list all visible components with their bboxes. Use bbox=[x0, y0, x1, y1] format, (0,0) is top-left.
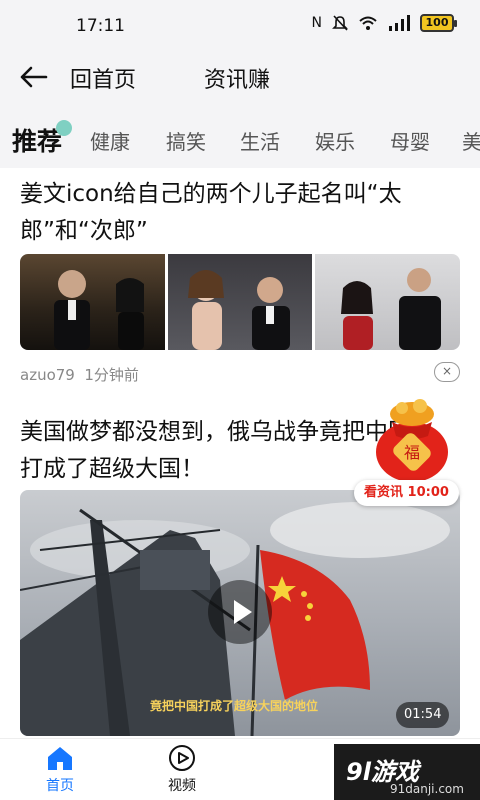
tab-funny[interactable]: 搞笑 bbox=[166, 126, 206, 155]
nfc-icon: N bbox=[311, 15, 322, 31]
nav-home-label: 首页 bbox=[46, 778, 74, 794]
back-arrow-icon[interactable] bbox=[16, 60, 50, 94]
dismiss-button[interactable]: × bbox=[434, 362, 460, 382]
article-time: 1分钟前 bbox=[84, 366, 139, 384]
wifi-icon bbox=[359, 16, 377, 30]
article-title[interactable]: 美国做梦都没想到，俄乌战争竟把中国打成了超级大国！ bbox=[20, 414, 430, 488]
notification-dot bbox=[56, 120, 72, 136]
category-tabs: 推荐 健康 搞笑 生活 娱乐 母婴 美 bbox=[0, 106, 480, 168]
page-title: 资讯赚 bbox=[204, 68, 271, 93]
reward-timer-badge[interactable]: 看资讯 10:00 bbox=[354, 480, 459, 506]
back-to-home-link[interactable]: 回首页 bbox=[70, 62, 136, 94]
tab-health[interactable]: 健康 bbox=[90, 126, 130, 155]
tab-recommend[interactable]: 推荐 bbox=[12, 122, 62, 158]
article-meta: azuo79 1分钟前 bbox=[20, 364, 139, 385]
nav-home[interactable]: 首页 bbox=[30, 743, 90, 795]
nav-video[interactable]: 视频 bbox=[152, 743, 212, 795]
article-author: azuo79 bbox=[20, 366, 75, 384]
watermark-url: 91danji.com bbox=[390, 782, 464, 796]
nav-video-label: 视频 bbox=[168, 778, 196, 794]
header-bar: 回首页 资讯赚 bbox=[0, 48, 480, 106]
tab-beauty[interactable]: 美 bbox=[462, 126, 480, 155]
article-photo bbox=[167, 254, 313, 350]
play-button[interactable] bbox=[208, 580, 272, 644]
home-icon bbox=[48, 747, 72, 770]
video-subtitle: 竟把中国打成了超级大国的地位 bbox=[150, 699, 319, 713]
mute-bell-icon bbox=[332, 15, 348, 31]
article-photo bbox=[315, 254, 460, 350]
article-image-strip[interactable] bbox=[20, 254, 460, 350]
article-photo bbox=[20, 254, 165, 350]
red-envelope-bag-icon[interactable]: 福 bbox=[372, 392, 452, 484]
signal-icon bbox=[389, 15, 410, 31]
site-watermark: 9l游戏 91danji.com bbox=[334, 744, 480, 800]
tab-entertainment[interactable]: 娱乐 bbox=[315, 126, 355, 155]
article-title[interactable]: 姜文icon给自己的两个儿子起名叫“太郎”和“次郎” bbox=[20, 176, 460, 250]
clock: 17:11 bbox=[76, 16, 125, 36]
battery-icon: 100 bbox=[420, 14, 457, 32]
tab-life[interactable]: 生活 bbox=[240, 126, 280, 155]
video-play-icon bbox=[169, 745, 195, 771]
status-bar: 17:11 N 100 bbox=[0, 0, 480, 48]
status-icons: N 100 bbox=[311, 14, 457, 32]
tab-mother-baby[interactable]: 母婴 bbox=[390, 126, 430, 155]
video-duration: 01:54 bbox=[396, 702, 450, 728]
bag-character: 福 bbox=[404, 443, 420, 462]
